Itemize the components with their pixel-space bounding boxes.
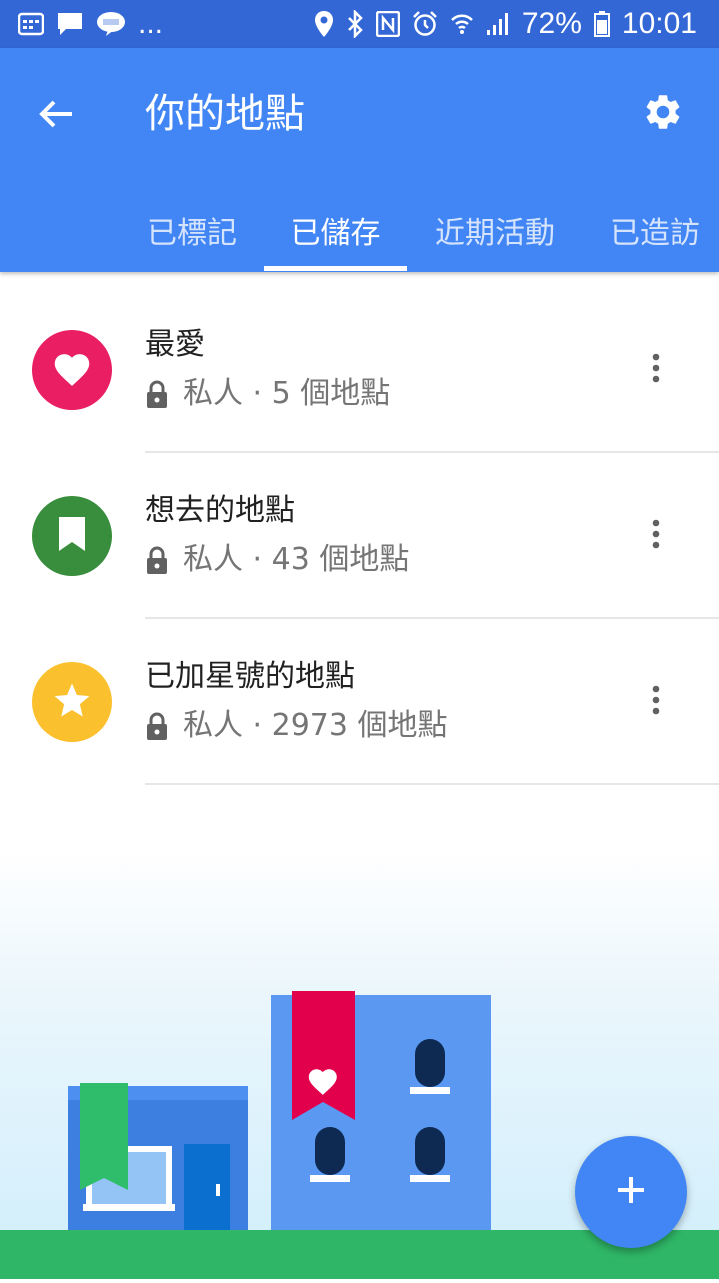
list-item-starred[interactable]: 已加星號的地點 私人 · 2973 個地點 <box>0 619 719 785</box>
starred-avatar <box>32 662 112 742</box>
page-title: 你的地點 <box>145 91 305 137</box>
add-list-button[interactable] <box>575 1136 687 1248</box>
bookmark-icon <box>57 515 87 557</box>
battery-icon <box>593 11 610 37</box>
signal-icon <box>486 12 510 36</box>
bluetooth-icon <box>346 10 364 38</box>
line-app-icon <box>96 11 126 37</box>
more-vert-icon <box>652 685 660 719</box>
tab-labeled[interactable]: 已標記 <box>140 188 244 272</box>
chat-bubble-icon <box>56 11 84 37</box>
privacy-label: 私人 <box>183 542 243 577</box>
list-title: 想去的地點 <box>145 493 295 528</box>
list-meta: 私人 · 2973 個地點 <box>145 706 448 746</box>
active-tab-indicator <box>264 266 407 271</box>
place-count: 43 個地點 <box>271 542 410 577</box>
place-count: 2973 個地點 <box>271 708 448 743</box>
place-count: 5 個地點 <box>271 376 391 411</box>
meta-separator: · <box>243 376 272 411</box>
list-title: 已加星號的地點 <box>145 659 355 694</box>
more-vert-icon <box>652 519 660 553</box>
more-vert-icon <box>652 353 660 387</box>
app-bar: 你的地點 已標記 已儲存 近期活動 已造訪 <box>0 48 719 272</box>
privacy-label: 私人 <box>183 376 243 411</box>
more-options-button[interactable] <box>634 345 678 395</box>
settings-button[interactable] <box>637 88 689 140</box>
arrow-back-icon <box>38 96 74 136</box>
plus-icon <box>615 1174 647 1210</box>
saved-lists: 最愛 私人 · 5 個地點 想去的地點 私人 · 43 個地點 已加星號的地點 … <box>0 287 719 785</box>
meta-separator: · <box>243 708 272 743</box>
battery-percent: 72% <box>521 7 582 40</box>
alarm-icon <box>412 11 438 37</box>
want-to-go-avatar <box>32 496 112 576</box>
location-icon <box>314 10 334 38</box>
back-button[interactable] <box>30 90 82 142</box>
lock-icon <box>145 379 173 413</box>
more-options-button[interactable] <box>634 511 678 561</box>
more-options-button[interactable] <box>634 677 678 727</box>
lock-icon <box>145 711 173 745</box>
status-bar-notifications: ... <box>18 9 163 39</box>
wifi-icon <box>450 12 474 36</box>
privacy-label: 私人 <box>183 708 243 743</box>
list-title: 最愛 <box>145 327 205 362</box>
meta-separator: · <box>243 542 272 577</box>
lock-icon <box>145 545 173 579</box>
list-meta: 私人 · 5 個地點 <box>145 374 390 414</box>
list-meta: 私人 · 43 個地點 <box>145 540 409 580</box>
heart-icon <box>51 349 93 391</box>
status-bar-system: 72% 10:01 <box>314 9 697 39</box>
divider <box>145 783 719 785</box>
overflow-indicator: ... <box>138 7 164 40</box>
calendar-icon <box>18 12 44 36</box>
favorites-avatar <box>32 330 112 410</box>
gear-icon <box>642 91 684 137</box>
status-time: 10:01 <box>621 7 697 40</box>
list-item-want-to-go[interactable]: 想去的地點 私人 · 43 個地點 <box>0 453 719 619</box>
tab-saved[interactable]: 已儲存 <box>264 188 407 272</box>
tab-recent-activity[interactable]: 近期活動 <box>425 188 565 272</box>
list-item-favorites[interactable]: 最愛 私人 · 5 個地點 <box>0 287 719 453</box>
tab-visited[interactable]: 已造訪 <box>600 188 710 272</box>
star-icon <box>51 680 93 724</box>
tab-bar: 已標記 已儲存 近期活動 已造訪 <box>0 188 719 272</box>
status-bar: ... 72% 10:01 <box>0 0 719 48</box>
nfc-icon <box>375 11 400 37</box>
